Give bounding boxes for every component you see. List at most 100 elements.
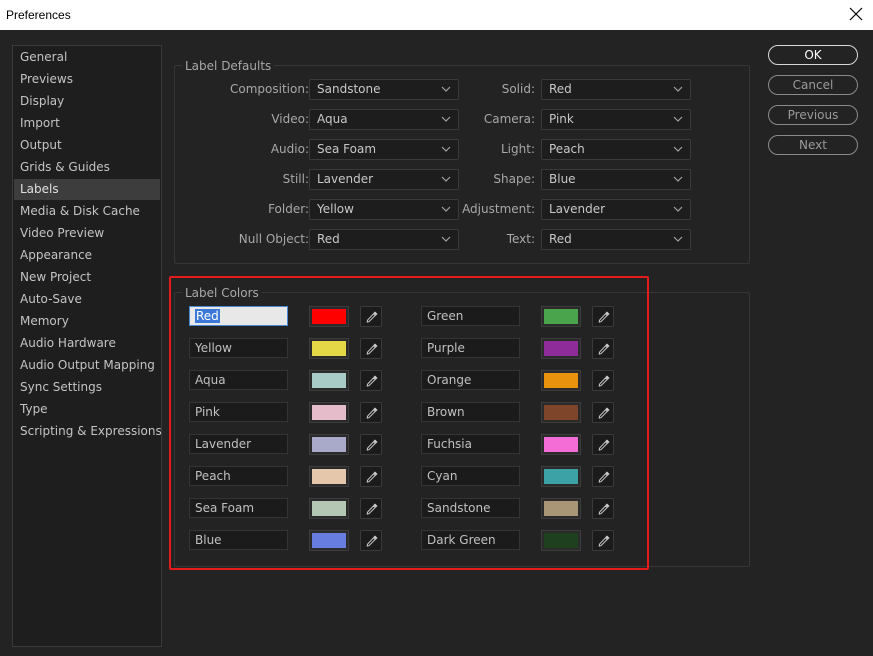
sidebar-item-auto-save[interactable]: Auto-Save: [14, 289, 160, 310]
eyedropper-button-cyan[interactable]: [592, 466, 614, 487]
default-select-folder[interactable]: Yellow: [309, 199, 459, 220]
swatch-fill: [312, 341, 346, 356]
eyedropper-button-red[interactable]: [360, 306, 382, 327]
eyedropper-button-orange[interactable]: [592, 370, 614, 391]
color-name-text: Cyan: [427, 469, 458, 483]
color-swatch-fuchsia[interactable]: [541, 434, 581, 455]
default-select-composition[interactable]: Sandstone: [309, 79, 459, 100]
color-swatch-peach[interactable]: [309, 466, 349, 487]
select-value: Red: [549, 232, 572, 246]
color-swatch-orange[interactable]: [541, 370, 581, 391]
color-swatch-green[interactable]: [541, 306, 581, 327]
color-swatch-pink[interactable]: [309, 402, 349, 423]
color-name-text: Yellow: [195, 341, 232, 355]
sidebar-item-scripting-expressions[interactable]: Scripting & Expressions: [14, 421, 162, 442]
sidebar-item-import[interactable]: Import: [14, 113, 160, 134]
next-button[interactable]: Next: [768, 135, 858, 155]
color-swatch-dark-green[interactable]: [541, 530, 581, 551]
default-label-shape: Shape:: [493, 172, 535, 186]
sidebar-item-memory[interactable]: Memory: [14, 311, 160, 332]
sidebar-item-audio-hardware[interactable]: Audio Hardware: [14, 333, 160, 354]
default-select-still[interactable]: Lavender: [309, 169, 459, 190]
swatch-fill: [544, 405, 578, 420]
color-swatch-blue[interactable]: [309, 530, 349, 551]
default-select-text[interactable]: Red: [541, 229, 691, 250]
color-swatch-purple[interactable]: [541, 338, 581, 359]
eyedropper-icon: [598, 311, 610, 323]
default-select-light[interactable]: Peach: [541, 139, 691, 160]
eyedropper-icon: [598, 439, 610, 451]
chevron-down-icon: [673, 86, 683, 92]
sidebar-item-previews[interactable]: Previews: [14, 69, 160, 90]
eyedropper-button-brown[interactable]: [592, 402, 614, 423]
eyedropper-button-lavender[interactable]: [360, 434, 382, 455]
eyedropper-icon: [598, 503, 610, 515]
color-swatch-cyan[interactable]: [541, 466, 581, 487]
sidebar-item-media-disk-cache[interactable]: Media & Disk Cache: [14, 201, 160, 222]
color-name-field-peach[interactable]: Peach: [189, 466, 288, 486]
color-name-field-yellow[interactable]: Yellow: [189, 338, 288, 358]
eyedropper-button-peach[interactable]: [360, 466, 382, 487]
ok-button[interactable]: OK: [768, 45, 858, 65]
color-name-field-sandstone[interactable]: Sandstone: [421, 498, 520, 518]
color-name-field-sea-foam[interactable]: Sea Foam: [189, 498, 288, 518]
color-name-field-lavender[interactable]: Lavender: [189, 434, 288, 454]
color-swatch-sea-foam[interactable]: [309, 498, 349, 519]
default-select-adjustment[interactable]: Lavender: [541, 199, 691, 220]
default-select-camera[interactable]: Pink: [541, 109, 691, 130]
color-name-field-brown[interactable]: Brown: [421, 402, 520, 422]
sidebar-item-appearance[interactable]: Appearance: [14, 245, 160, 266]
color-name-field-cyan[interactable]: Cyan: [421, 466, 520, 486]
sidebar-item-display[interactable]: Display: [14, 91, 160, 112]
eyedropper-button-dark-green[interactable]: [592, 530, 614, 551]
sidebar-item-grids-guides[interactable]: Grids & Guides: [14, 157, 160, 178]
eyedropper-button-green[interactable]: [592, 306, 614, 327]
previous-button[interactable]: Previous: [768, 105, 858, 125]
sidebar-item-sync-settings[interactable]: Sync Settings: [14, 377, 160, 398]
select-value: Red: [317, 232, 340, 246]
default-select-null-object[interactable]: Red: [309, 229, 459, 250]
color-swatch-red[interactable]: [309, 306, 349, 327]
sidebar-item-output[interactable]: Output: [14, 135, 160, 156]
select-value: Yellow: [317, 202, 354, 216]
eyedropper-button-aqua[interactable]: [360, 370, 382, 391]
color-swatch-lavender[interactable]: [309, 434, 349, 455]
eyedropper-button-purple[interactable]: [592, 338, 614, 359]
color-name-field-orange[interactable]: Orange: [421, 370, 520, 390]
eyedropper-icon: [366, 375, 378, 387]
sidebar-item-audio-output-mapping[interactable]: Audio Output Mapping: [14, 355, 160, 376]
default-select-video[interactable]: Aqua: [309, 109, 459, 130]
cancel-button[interactable]: Cancel: [768, 75, 858, 95]
default-label-adjustment: Adjustment:: [462, 202, 535, 216]
sidebar-item-new-project[interactable]: New Project: [14, 267, 160, 288]
sidebar-item-video-preview[interactable]: Video Preview: [14, 223, 160, 244]
default-select-solid[interactable]: Red: [541, 79, 691, 100]
color-swatch-brown[interactable]: [541, 402, 581, 423]
color-swatch-yellow[interactable]: [309, 338, 349, 359]
color-name-field-pink[interactable]: Pink: [189, 402, 288, 422]
color-name-field-green[interactable]: Green: [421, 306, 520, 326]
default-select-shape[interactable]: Blue: [541, 169, 691, 190]
color-name-field-blue[interactable]: Blue: [189, 530, 288, 550]
sidebar-item-labels[interactable]: Labels: [14, 179, 160, 200]
default-select-audio[interactable]: Sea Foam: [309, 139, 459, 160]
color-name-text: Orange: [427, 373, 472, 387]
color-name-field-purple[interactable]: Purple: [421, 338, 520, 358]
color-name-field-fuchsia[interactable]: Fuchsia: [421, 434, 520, 454]
color-name-field-dark-green[interactable]: Dark Green: [421, 530, 520, 550]
color-name-text: Red: [195, 309, 220, 323]
color-name-field-aqua[interactable]: Aqua: [189, 370, 288, 390]
eyedropper-icon: [598, 407, 610, 419]
eyedropper-button-blue[interactable]: [360, 530, 382, 551]
color-name-field-red[interactable]: Red: [189, 306, 288, 326]
color-swatch-sandstone[interactable]: [541, 498, 581, 519]
eyedropper-button-yellow[interactable]: [360, 338, 382, 359]
eyedropper-button-pink[interactable]: [360, 402, 382, 423]
sidebar-item-general[interactable]: General: [14, 47, 160, 68]
sidebar-item-type[interactable]: Type: [14, 399, 160, 420]
close-icon[interactable]: [847, 5, 865, 23]
eyedropper-button-sandstone[interactable]: [592, 498, 614, 519]
eyedropper-button-fuchsia[interactable]: [592, 434, 614, 455]
eyedropper-button-sea-foam[interactable]: [360, 498, 382, 519]
color-swatch-aqua[interactable]: [309, 370, 349, 391]
